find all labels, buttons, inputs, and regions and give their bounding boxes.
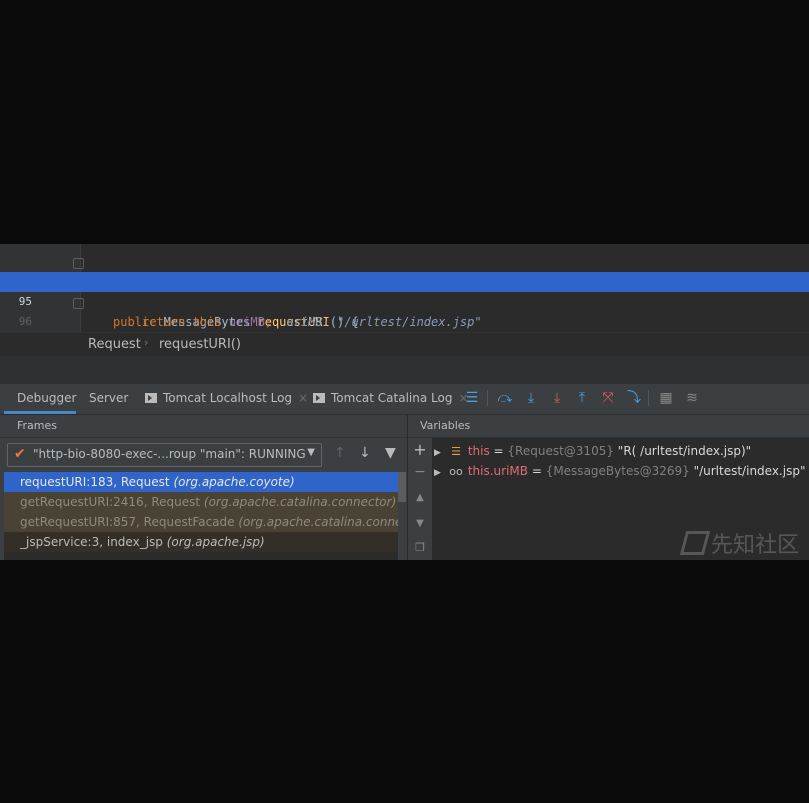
- fold-icon[interactable]: [73, 298, 84, 309]
- step-over-icon[interactable]: ⤼: [496, 389, 514, 407]
- remove-watch-icon[interactable]: −: [413, 464, 427, 480]
- tab-server[interactable]: Server: [89, 391, 128, 405]
- code-line: 94 public MessageBytes requestURI() {: [0, 252, 809, 329]
- console-icon: [145, 393, 157, 403]
- variables-header: Variables: [420, 419, 471, 432]
- thread-selector[interactable]: ✔ "http-bio-8080-exec-...roup "main": RU…: [7, 443, 322, 467]
- breadcrumb: Request › requestURI(): [0, 332, 809, 357]
- variables-toolbar: + − ▲ ▼ ❐: [408, 438, 432, 560]
- ide-screenshot: 94 public MessageBytes requestURI() { 95…: [0, 244, 809, 560]
- thread-label: "http-bio-8080-exec-...roup "main": RUNN…: [33, 447, 306, 461]
- code-editor[interactable]: 94 public MessageBytes requestURI() { 95…: [0, 244, 809, 369]
- tab-tomcat-catalina-log[interactable]: Tomcat Catalina Log ×: [313, 391, 469, 405]
- field-icon: ☰: [451, 445, 461, 458]
- frame-item[interactable]: getRequestURI:857, RequestFacade (org.ap…: [4, 512, 404, 532]
- breadcrumb-class[interactable]: Request: [88, 337, 141, 352]
- frames-scrollbar[interactable]: [398, 472, 406, 560]
- copy-icon[interactable]: ❐: [413, 541, 427, 554]
- code-line: 97: [0, 312, 809, 348]
- frames-panel: Frames ✔ "http-bio-8080-exec-...roup "ma…: [0, 415, 407, 560]
- expand-arrow-icon[interactable]: ▶: [434, 463, 448, 483]
- logo-icon: [679, 531, 711, 555]
- breadcrumb-separator: ›: [144, 336, 149, 349]
- debug-tool-window-tabs: Debugger Server Tomcat Localhost Log × To…: [0, 384, 809, 415]
- arrow-down-icon[interactable]: ↓: [359, 445, 371, 461]
- frame-list: requestURI:183, Request (org.apache.coyo…: [4, 472, 406, 560]
- variable-row[interactable]: ▶ ☰ this = {Request@3105} "R( /urltest/in…: [434, 441, 751, 461]
- frame-item[interactable]: _jspService:3, index_jsp (org.apache.jsp…: [4, 532, 404, 552]
- code-line: 96 }: [0, 292, 809, 369]
- fold-icon[interactable]: [73, 258, 84, 269]
- trace-settings-icon[interactable]: ≋: [683, 389, 701, 407]
- run-to-cursor-icon[interactable]: ⤵: [625, 389, 643, 407]
- watch-glasses-icon: oo: [449, 465, 463, 478]
- step-into-icon[interactable]: ⤓: [522, 389, 540, 407]
- code-line-current: 95 return this.uriMB; uriMB: "/urltest/i…: [0, 272, 809, 329]
- filter-icon[interactable]: ▼: [385, 445, 396, 461]
- force-step-into-icon[interactable]: ⤓: [548, 389, 566, 407]
- drop-frame-icon[interactable]: ⤧: [599, 389, 617, 407]
- frame-item[interactable]: getRequestURI:2416, Request (org.apache.…: [4, 492, 404, 512]
- add-watch-icon[interactable]: +: [413, 440, 427, 459]
- chevron-down-icon: ▼: [307, 447, 315, 458]
- expand-arrow-icon[interactable]: ▶: [434, 443, 448, 463]
- frames-header: Frames: [17, 419, 58, 432]
- tab-tomcat-localhost-log[interactable]: Tomcat Localhost Log ×: [145, 391, 308, 405]
- checkmark-icon: ✔: [14, 446, 26, 462]
- close-icon[interactable]: ×: [298, 391, 308, 405]
- active-tab-indicator: [4, 411, 76, 414]
- console-icon: [313, 393, 325, 403]
- watermark: 先知社区: [679, 527, 799, 559]
- move-up-icon[interactable]: ▲: [413, 492, 427, 503]
- evaluate-expression-icon[interactable]: ▦: [657, 389, 675, 407]
- frame-item[interactable]: requestURI:183, Request (org.apache.coyo…: [4, 472, 404, 492]
- tab-debugger[interactable]: Debugger: [17, 391, 76, 405]
- variable-row[interactable]: ▶ oo this.uriMB = {MessageBytes@3269} "/u…: [434, 461, 805, 481]
- move-down-icon[interactable]: ▼: [413, 518, 427, 529]
- breadcrumb-method[interactable]: requestURI(): [159, 337, 241, 352]
- arrow-up-icon[interactable]: ↑: [334, 445, 346, 461]
- step-out-icon[interactable]: ⤒: [573, 389, 591, 407]
- variables-panel: Variables + − ▲ ▼ ❐ ▶ ☰ this = {Request@3…: [408, 415, 809, 560]
- show-execution-point-icon[interactable]: ☰: [463, 389, 481, 407]
